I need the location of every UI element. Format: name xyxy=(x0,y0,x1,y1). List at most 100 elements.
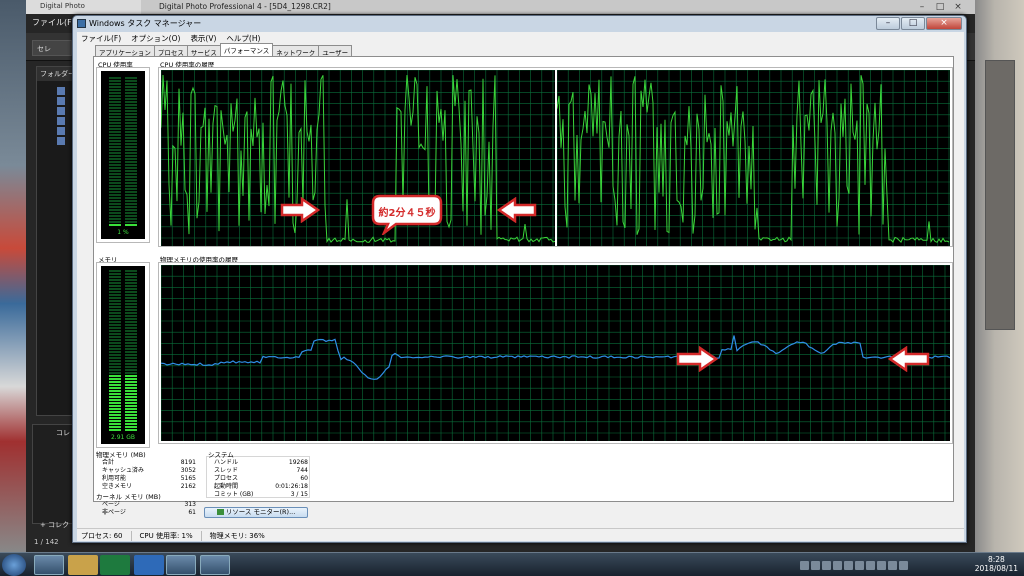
meter-segment xyxy=(125,336,137,338)
meter-segment xyxy=(109,282,121,284)
tray-icon[interactable] xyxy=(899,560,908,570)
minimize-icon[interactable]: – xyxy=(876,17,900,30)
tab-services[interactable]: サービス xyxy=(186,45,221,57)
tab-applications[interactable]: アプリケーション xyxy=(95,45,155,57)
dpp-select-button[interactable]: セレ xyxy=(32,40,72,56)
meter-segment xyxy=(109,161,121,163)
tray-icon[interactable] xyxy=(833,560,842,570)
tray-icon[interactable] xyxy=(811,560,820,570)
meter-segment xyxy=(125,363,137,365)
taskbar-ie-icon[interactable] xyxy=(134,555,164,575)
stat-row: プロセス 60 xyxy=(214,475,308,482)
background-door xyxy=(985,60,1015,330)
meter-segment xyxy=(125,80,137,82)
tray-icon[interactable] xyxy=(844,560,853,570)
tm-body: アプリケーション プロセス サービス パフォーマンス ネットワーク ユーザー C… xyxy=(77,43,964,528)
tray-icon[interactable] xyxy=(822,560,831,570)
meter-segment xyxy=(125,176,137,178)
tray-icon[interactable] xyxy=(800,560,809,570)
tm-menubar: ファイル(F) オプション(O) 表示(V) ヘルプ(H) xyxy=(77,32,964,44)
taskbar-explorer-icon[interactable] xyxy=(68,555,98,575)
desktop-background-left xyxy=(0,0,26,552)
tray-icon[interactable] xyxy=(855,560,864,570)
meter-segment xyxy=(109,98,121,100)
meter-segment xyxy=(125,348,137,350)
stat-row: 利用可能 5165 xyxy=(102,475,196,482)
status-memory: 物理メモリ: 36% xyxy=(209,532,265,540)
meter-segment xyxy=(109,387,121,389)
meter-segment xyxy=(109,414,121,416)
menu-help[interactable]: ヘルプ(H) xyxy=(226,33,260,43)
meter-segment xyxy=(125,143,137,145)
meter-segment xyxy=(125,414,137,416)
meter-segment xyxy=(109,285,121,287)
meter-segment xyxy=(125,179,137,181)
meter-segment xyxy=(125,396,137,398)
meter-segment xyxy=(125,77,137,79)
meter-segment xyxy=(125,206,137,208)
meter-segment xyxy=(125,357,137,359)
meter-segment xyxy=(109,110,121,112)
meter-segment xyxy=(109,384,121,386)
maximize-icon[interactable]: □ xyxy=(901,17,925,30)
start-button[interactable] xyxy=(2,554,26,576)
memory-box: 2.91 GB xyxy=(96,262,150,448)
meter-segment xyxy=(109,369,121,371)
dpp-minimize-icon[interactable]: – xyxy=(916,3,928,12)
resource-monitor-button[interactable]: リソース モニター(R)... xyxy=(204,507,308,518)
tab-performance[interactable]: パフォーマンス xyxy=(219,43,274,56)
meter-segment xyxy=(109,122,121,124)
meter-segment xyxy=(109,303,121,305)
meter-segment xyxy=(109,402,121,404)
tab-processes[interactable]: プロセス xyxy=(153,45,188,57)
meter-segment xyxy=(125,224,137,226)
meter-segment xyxy=(125,164,137,166)
taskbar-excel-icon[interactable] xyxy=(100,555,130,575)
stat-row: スレッド 744 xyxy=(214,467,308,474)
tm-titlebar[interactable]: Windows タスク マネージャー xyxy=(73,16,966,31)
menu-view[interactable]: 表示(V) xyxy=(190,33,216,43)
menu-options[interactable]: オプション(O) xyxy=(131,33,180,43)
memory-value: 2.91 GB xyxy=(110,434,136,441)
meter-segment xyxy=(125,89,137,91)
dpp-maximize-icon[interactable]: □ xyxy=(934,3,946,12)
meter-segment xyxy=(125,333,137,335)
memory-meter: 2.91 GB xyxy=(101,266,145,444)
tab-users[interactable]: ユーザー xyxy=(318,45,353,57)
meter-segment xyxy=(109,273,121,275)
meter-segment xyxy=(109,152,121,154)
task-manager-window: Windows タスク マネージャー – □ × ファイル(F) オプション(O… xyxy=(72,15,967,543)
meter-segment xyxy=(109,318,121,320)
meter-segment xyxy=(125,402,137,404)
taskbar-clock[interactable]: 8:28 2018/08/11 xyxy=(975,555,1018,573)
meter-segment xyxy=(125,285,137,287)
taskbar-dpp-2-icon[interactable] xyxy=(200,555,230,575)
meter-segment xyxy=(125,426,137,428)
meter-segment xyxy=(109,279,121,281)
meter-segment xyxy=(125,429,137,431)
meter-segment xyxy=(125,315,137,317)
meter-segment xyxy=(109,185,121,187)
taskbar: 8:28 2018/08/11 xyxy=(0,552,1024,576)
meter-segment xyxy=(109,399,121,401)
tab-network[interactable]: ネットワーク xyxy=(272,45,320,57)
taskbar-dpp-icon[interactable] xyxy=(166,555,196,575)
meter-segment xyxy=(109,372,121,374)
meter-segment xyxy=(109,128,121,130)
stat-row: 起動時間 0:01:26:18 xyxy=(214,483,308,490)
menu-file[interactable]: ファイル(F) xyxy=(81,33,121,43)
meter-segment xyxy=(109,333,121,335)
close-icon[interactable]: × xyxy=(926,17,962,30)
dpp-close-icon[interactable]: × xyxy=(952,3,964,12)
dpp-add-collection[interactable]: + コレク xyxy=(40,520,69,530)
taskbar-taskmgr-icon[interactable] xyxy=(34,555,64,575)
meter-segment xyxy=(125,381,137,383)
tray-icon[interactable] xyxy=(888,560,897,570)
dpp-folder-tree[interactable] xyxy=(57,85,71,155)
stat-row: 合計 8191 xyxy=(102,459,196,466)
tray-icon[interactable] xyxy=(866,560,875,570)
tray-icon[interactable] xyxy=(877,560,886,570)
meter-segment xyxy=(125,191,137,193)
cpu-usage-box: 1 % xyxy=(96,67,150,243)
memory-history-graph xyxy=(161,265,950,441)
